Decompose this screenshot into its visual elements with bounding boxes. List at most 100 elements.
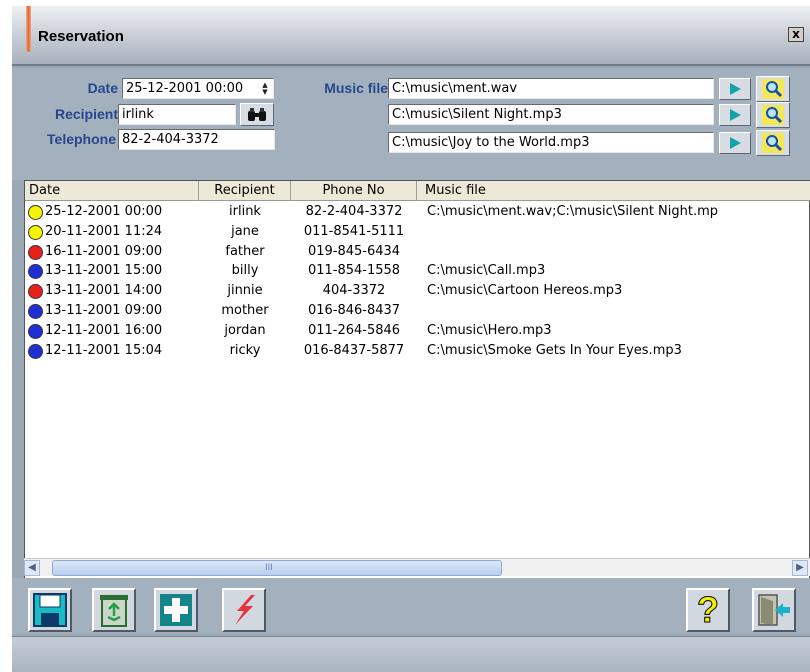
magnifier-icon <box>762 79 784 99</box>
send-button[interactable] <box>222 588 266 632</box>
recipient-field[interactable]: irlink <box>118 104 236 125</box>
play-icon <box>730 109 741 121</box>
save-icon <box>33 593 67 627</box>
table-row[interactable]: 25-12-2001 00:00 irlink 82-2-404-3372 C:\mu… <box>25 202 810 222</box>
scrollbar-thumb[interactable]: III <box>52 560 502 576</box>
table-row[interactable]: 12-11-2001 15:04 ricky 016-8437-5877 C:\mus… <box>25 341 810 361</box>
list-header: Date Recipient Phone No Music file <box>25 181 810 201</box>
magnifier-icon <box>762 133 784 153</box>
cell-phone: 016-8437-5877 <box>303 342 405 358</box>
telephone-field[interactable]: 82-2-404-3372 <box>118 129 275 150</box>
column-header-music-file[interactable]: Music file <box>417 181 810 201</box>
title-accent-stripe <box>26 6 31 52</box>
status-bar <box>12 636 810 672</box>
status-dot-icon <box>28 224 43 240</box>
table-row[interactable]: 13-11-2001 09:00 mother 016-846-8437 <box>25 301 810 321</box>
status-dot-icon <box>28 264 43 280</box>
cell-music-file <box>417 301 810 321</box>
scrollbar-grip: III <box>265 563 273 573</box>
cell-recipient: mother <box>221 303 269 318</box>
cell-date: 16-11-2001 09:00 <box>45 243 163 259</box>
close-button[interactable]: x <box>788 27 804 42</box>
cell-recipient: billy <box>231 263 259 279</box>
status-dot-icon <box>28 205 43 220</box>
exit-button[interactable] <box>752 588 796 632</box>
browse-button-1[interactable] <box>756 76 790 102</box>
cell-phone: 016-846-8437 <box>307 303 401 318</box>
recipient-label: Recipient <box>54 106 118 122</box>
delete-button[interactable] <box>92 588 136 632</box>
scroll-left-icon[interactable]: ◀ <box>24 560 40 576</box>
status-dot-icon <box>28 323 43 339</box>
play-icon <box>730 137 741 149</box>
lightning-icon <box>235 595 255 625</box>
cell-date: 25-12-2001 00:00 <box>45 204 163 219</box>
browse-button-3[interactable] <box>756 130 790 156</box>
status-dot-icon <box>28 284 43 300</box>
bottom-toolbar: ? <box>12 578 810 634</box>
binoculars-icon <box>248 107 266 121</box>
date-value: 25-12-2001 00:00 <box>126 81 244 96</box>
add-button[interactable] <box>154 588 198 632</box>
cell-date: 20-11-2001 11:24 <box>45 223 163 239</box>
cell-phone: 019-845-6434 <box>307 243 401 259</box>
cell-phone: 404-3372 <box>322 283 386 299</box>
cell-music-file: C:\music\Cartoon Hereos.mp3 <box>427 283 623 299</box>
cell-date: 13-11-2001 14:00 <box>45 283 163 299</box>
status-dot-icon <box>28 244 43 260</box>
add-icon <box>160 594 192 626</box>
cell-recipient: father <box>225 243 265 259</box>
play-button-1[interactable] <box>719 78 751 100</box>
cell-phone: 011-8541-5111 <box>303 223 405 239</box>
cell-phone: 82-2-404-3372 <box>305 204 403 219</box>
play-button-2[interactable] <box>719 104 751 126</box>
table-row[interactable]: 13-11-2001 15:00 billy 011-854-1558 C:\musi… <box>25 261 810 281</box>
cell-phone: 011-264-5846 <box>307 322 401 338</box>
status-dot-icon <box>28 343 43 359</box>
cell-recipient: irlink <box>229 204 261 219</box>
help-icon: ? <box>697 589 720 630</box>
cell-music-file <box>417 222 810 242</box>
table-row[interactable]: 12-11-2001 16:00 jordan 011-264-5846 C:\mus… <box>25 321 810 341</box>
date-spinner-icon[interactable]: ▲ ▼ <box>258 80 272 97</box>
cell-date: 13-11-2001 15:00 <box>45 263 163 279</box>
window-title: Reservation <box>38 28 124 45</box>
music-file-field-2[interactable]: C:\music\Silent Night.mp3 <box>388 104 714 125</box>
save-button[interactable] <box>28 588 72 632</box>
reservation-window: Reservation x Date 25-12-2001 00:00 ▲ ▼ R… <box>12 6 810 672</box>
help-button[interactable]: ? <box>686 588 730 632</box>
column-header-phone[interactable]: Phone No <box>291 181 417 201</box>
cell-music-file: C:\music\Smoke Gets In Your Eyes.mp3 <box>427 342 682 358</box>
music-file-field-3[interactable]: C:\music\Joy to the World.mp3 <box>388 132 714 153</box>
cell-recipient: jane <box>231 223 259 239</box>
reservation-form: Date 25-12-2001 00:00 ▲ ▼ Recipient irlin… <box>12 68 810 180</box>
search-contacts-button[interactable] <box>240 103 274 126</box>
scroll-right-icon[interactable]: ▶ <box>792 560 808 576</box>
recycle-bin-icon <box>100 595 128 627</box>
cell-recipient: jinnie <box>227 283 263 299</box>
cell-music-file: C:\music\Hero.mp3 <box>427 322 552 338</box>
cell-music-file: C:\music\ment.wav;C:\music\Silent Night.… <box>427 204 719 219</box>
cell-date: 13-11-2001 09:00 <box>45 303 163 318</box>
table-row[interactable]: 20-11-2001 11:24 jane 011-8541-5111 <box>25 222 810 242</box>
cell-date: 12-11-2001 15:04 <box>45 342 163 358</box>
music-file-field-1[interactable]: C:\music\ment.wav <box>388 78 714 99</box>
music-file-label: Music file <box>324 80 388 96</box>
column-header-date[interactable]: Date <box>25 181 199 201</box>
play-icon <box>730 83 741 95</box>
browse-button-2[interactable] <box>756 102 790 128</box>
play-button-3[interactable] <box>719 132 751 154</box>
table-row[interactable]: 13-11-2001 14:00 jinnie 404-3372 C:\music\C… <box>25 281 810 301</box>
reservation-list[interactable]: Date Recipient Phone No Music file 25-12… <box>24 180 810 582</box>
status-dot-icon <box>28 304 43 319</box>
date-label: Date <box>87 80 118 96</box>
title-bar: Reservation x <box>12 6 810 66</box>
exit-door-icon <box>758 594 790 626</box>
column-header-recipient[interactable]: Recipient <box>199 181 291 201</box>
table-row[interactable]: 16-11-2001 09:00 father 019-845-6434 <box>25 242 810 262</box>
date-field[interactable]: 25-12-2001 00:00 ▲ ▼ <box>122 78 274 99</box>
cell-recipient: ricky <box>229 342 261 358</box>
horizontal-scrollbar[interactable]: ◀ III ▶ <box>24 558 810 576</box>
telephone-label: Telephone <box>47 131 116 147</box>
cell-music-file: C:\music\Call.mp3 <box>427 263 546 279</box>
